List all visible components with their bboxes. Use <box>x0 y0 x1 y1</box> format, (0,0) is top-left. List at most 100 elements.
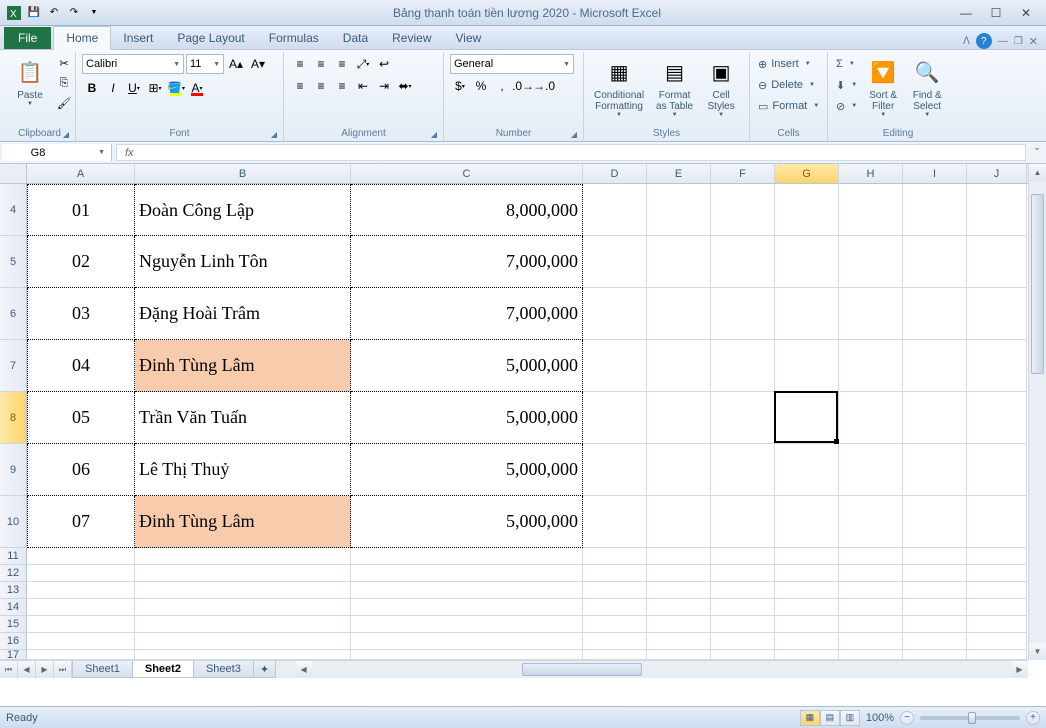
tab-data[interactable]: Data <box>331 27 380 49</box>
cell-C17[interactable] <box>351 650 583 660</box>
cell-H7[interactable] <box>839 340 903 392</box>
cell-H15[interactable] <box>839 616 903 633</box>
tab-insert[interactable]: Insert <box>111 27 165 49</box>
cell-D7[interactable] <box>583 340 647 392</box>
delete-cells-button[interactable]: ⊖Delete▼ <box>756 75 821 95</box>
format-as-table-button[interactable]: ▤ Format as Table▼ <box>652 54 697 120</box>
cell-D14[interactable] <box>583 599 647 616</box>
shrink-font-icon[interactable]: A▾ <box>248 54 268 74</box>
cell-G9[interactable] <box>775 444 839 496</box>
cell-G4[interactable] <box>775 184 839 236</box>
number-launcher-icon[interactable]: ◢ <box>571 130 577 139</box>
cell-C5[interactable]: 7,000,000 <box>351 236 583 288</box>
scroll-down-icon[interactable]: ▼ <box>1029 643 1046 660</box>
cell-A7[interactable]: 04 <box>27 340 135 392</box>
cell-I8[interactable] <box>903 392 967 444</box>
cell-D15[interactable] <box>583 616 647 633</box>
cut-icon[interactable]: ✂ <box>54 54 74 72</box>
cell-F13[interactable] <box>711 582 775 599</box>
cell-J6[interactable] <box>967 288 1027 340</box>
select-all-corner[interactable] <box>0 164 27 184</box>
format-cells-button[interactable]: ▭Format▼ <box>756 96 821 116</box>
cell-H17[interactable] <box>839 650 903 660</box>
cell-E12[interactable] <box>647 565 711 582</box>
fill-button[interactable]: ⬇▼ <box>834 75 859 95</box>
scroll-right-icon[interactable]: ▶ <box>1011 661 1028 678</box>
cell-I17[interactable] <box>903 650 967 660</box>
clear-button[interactable]: ⊘▼ <box>834 96 859 116</box>
cell-B16[interactable] <box>135 633 351 650</box>
cell-A12[interactable] <box>27 565 135 582</box>
format-painter-icon[interactable]: 🖌 <box>54 94 74 112</box>
cell-A8[interactable]: 05 <box>27 392 135 444</box>
tab-view[interactable]: View <box>444 27 494 49</box>
cell-H9[interactable] <box>839 444 903 496</box>
zoom-out-button[interactable]: − <box>900 711 914 725</box>
cell-A6[interactable]: 03 <box>27 288 135 340</box>
clipboard-launcher-icon[interactable]: ◢ <box>63 130 69 139</box>
grow-font-icon[interactable]: A▴ <box>226 54 246 74</box>
new-sheet-button[interactable]: ✦ <box>253 661 276 678</box>
cell-H4[interactable] <box>839 184 903 236</box>
cell-F10[interactable] <box>711 496 775 548</box>
row-header-9[interactable]: 9 <box>0 444 26 496</box>
cell-I11[interactable] <box>903 548 967 565</box>
column-header-F[interactable]: F <box>711 164 775 183</box>
cell-E17[interactable] <box>647 650 711 660</box>
cell-J14[interactable] <box>967 599 1027 616</box>
cell-G10[interactable] <box>775 496 839 548</box>
column-header-D[interactable]: D <box>583 164 647 183</box>
cell-E16[interactable] <box>647 633 711 650</box>
cell-D12[interactable] <box>583 565 647 582</box>
cell-B9[interactable]: Lê Thị Thuỷ <box>135 444 351 496</box>
row-header-16[interactable]: 16 <box>0 633 26 650</box>
normal-view-button[interactable]: ▦ <box>800 710 820 726</box>
cell-J12[interactable] <box>967 565 1027 582</box>
cell-F12[interactable] <box>711 565 775 582</box>
cell-D17[interactable] <box>583 650 647 660</box>
align-bottom-icon[interactable]: ≡ <box>332 54 352 74</box>
row-header-6[interactable]: 6 <box>0 288 26 340</box>
cell-B12[interactable] <box>135 565 351 582</box>
spreadsheet-grid[interactable]: ABCDEFGHIJ 4567891011121314151617 01Đoàn… <box>0 164 1046 678</box>
cell-J9[interactable] <box>967 444 1027 496</box>
cell-I10[interactable] <box>903 496 967 548</box>
row-header-10[interactable]: 10 <box>0 496 26 548</box>
cell-A13[interactable] <box>27 582 135 599</box>
alignment-launcher-icon[interactable]: ◢ <box>431 130 437 139</box>
insert-cells-button[interactable]: ⊕Insert▼ <box>756 54 821 74</box>
row-header-5[interactable]: 5 <box>0 236 26 288</box>
cell-F17[interactable] <box>711 650 775 660</box>
scroll-up-icon[interactable]: ▲ <box>1029 164 1046 181</box>
minimize-ribbon-icon[interactable]: ᐱ <box>963 36 970 47</box>
cell-H11[interactable] <box>839 548 903 565</box>
cell-C11[interactable] <box>351 548 583 565</box>
scroll-left-icon[interactable]: ◀ <box>295 661 312 678</box>
cell-F4[interactable] <box>711 184 775 236</box>
cell-G11[interactable] <box>775 548 839 565</box>
font-color-button[interactable]: A▾ <box>187 78 207 98</box>
sheet-tab-sheet3[interactable]: Sheet3 <box>193 661 254 678</box>
close-button[interactable]: ✕ <box>1012 4 1040 22</box>
fill-color-button[interactable]: 🪣▾ <box>166 78 186 98</box>
column-header-H[interactable]: H <box>839 164 903 183</box>
increase-decimal-icon[interactable]: .0→ <box>513 76 533 96</box>
cell-H8[interactable] <box>839 392 903 444</box>
cell-B7[interactable]: Đinh Tùng Lâm <box>135 340 351 392</box>
comma-icon[interactable]: , <box>492 76 512 96</box>
cell-J10[interactable] <box>967 496 1027 548</box>
sheet-tab-sheet1[interactable]: Sheet1 <box>72 661 133 678</box>
zoom-level[interactable]: 100% <box>866 712 894 724</box>
cell-C15[interactable] <box>351 616 583 633</box>
align-right-icon[interactable]: ≡ <box>332 76 352 96</box>
qat-dropdown-icon[interactable]: ▼ <box>86 5 102 21</box>
cell-D13[interactable] <box>583 582 647 599</box>
cell-B13[interactable] <box>135 582 351 599</box>
horizontal-scrollbar[interactable]: ◀ ▶ <box>295 661 1028 678</box>
align-center-icon[interactable]: ≡ <box>311 76 331 96</box>
cell-H16[interactable] <box>839 633 903 650</box>
cell-A14[interactable] <box>27 599 135 616</box>
cell-C7[interactable]: 5,000,000 <box>351 340 583 392</box>
cell-J16[interactable] <box>967 633 1027 650</box>
sheet-nav-last-icon[interactable]: ⏭ <box>54 661 72 678</box>
